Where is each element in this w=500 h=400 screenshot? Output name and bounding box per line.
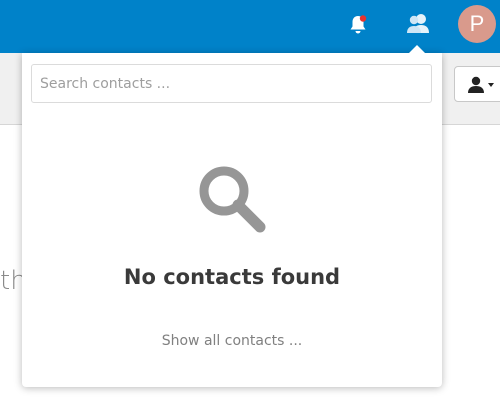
show-all-contacts-link[interactable]: Show all contacts ... (22, 333, 442, 349)
user-icon (468, 76, 494, 93)
empty-state-title: No contacts found (123, 265, 341, 289)
search-contacts-input[interactable] (31, 64, 432, 103)
user-select-button[interactable] (454, 66, 500, 102)
bell-icon[interactable] (348, 14, 368, 36)
contacts-menu: No contacts found Show all contacts ... (22, 53, 442, 387)
search-icon (199, 166, 266, 233)
avatar[interactable]: P (458, 5, 496, 43)
contacts-icon[interactable] (404, 11, 432, 37)
menu-caret (408, 45, 426, 54)
